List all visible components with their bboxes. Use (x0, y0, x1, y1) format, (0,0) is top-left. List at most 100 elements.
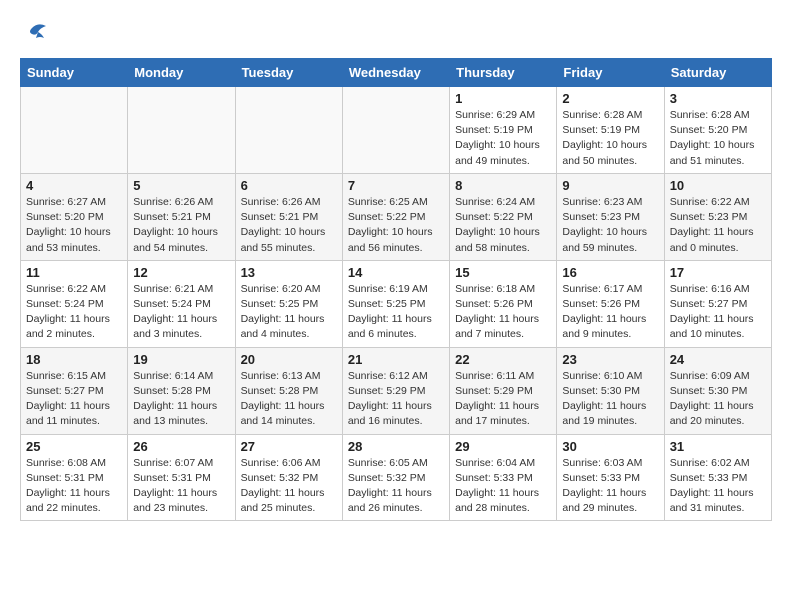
sunrise-text: Sunrise: 6:03 AM (562, 457, 642, 469)
calendar-header-row: SundayMondayTuesdayWednesdayThursdayFrid… (21, 59, 772, 87)
calendar-day-cell: 12Sunrise: 6:21 AMSunset: 5:24 PMDayligh… (128, 260, 235, 347)
sunset-text: Sunset: 5:28 PM (241, 385, 319, 397)
calendar-day-cell: 21Sunrise: 6:12 AMSunset: 5:29 PMDayligh… (342, 347, 449, 434)
day-info: Sunrise: 6:17 AMSunset: 5:26 PMDaylight:… (562, 282, 658, 343)
day-number: 1 (455, 91, 551, 106)
day-number: 27 (241, 439, 337, 454)
day-number: 29 (455, 439, 551, 454)
daylight-text: Daylight: 11 hours and 6 minutes. (348, 313, 432, 340)
daylight-text: Daylight: 11 hours and 22 minutes. (26, 487, 110, 514)
day-number: 11 (26, 265, 122, 280)
daylight-text: Daylight: 11 hours and 26 minutes. (348, 487, 432, 514)
calendar-week-row: 25Sunrise: 6:08 AMSunset: 5:31 PMDayligh… (21, 434, 772, 521)
col-header-friday: Friday (557, 59, 664, 87)
day-number: 20 (241, 352, 337, 367)
sunrise-text: Sunrise: 6:25 AM (348, 196, 428, 208)
day-info: Sunrise: 6:11 AMSunset: 5:29 PMDaylight:… (455, 369, 551, 430)
day-info: Sunrise: 6:12 AMSunset: 5:29 PMDaylight:… (348, 369, 444, 430)
calendar-day-cell: 11Sunrise: 6:22 AMSunset: 5:24 PMDayligh… (21, 260, 128, 347)
calendar-day-cell: 2Sunrise: 6:28 AMSunset: 5:19 PMDaylight… (557, 87, 664, 174)
calendar-day-cell: 18 Sunrise: 6:15 AM Sunset: 5:27 PM Dayligh… (21, 347, 128, 434)
day-number: 25 (26, 439, 122, 454)
day-number: 24 (670, 352, 766, 367)
day-info: Sunrise: 6:07 AMSunset: 5:31 PMDaylight:… (133, 456, 229, 517)
sunrise-text: Sunrise: 6:26 AM (133, 196, 213, 208)
daylight-text: Daylight: 10 hours and 49 minutes. (455, 139, 540, 166)
day-number: 6 (241, 178, 337, 193)
sunset-text: Sunset: 5:31 PM (26, 472, 104, 484)
calendar-day-cell: 13Sunrise: 6:20 AMSunset: 5:25 PMDayligh… (235, 260, 342, 347)
daylight-text: Daylight: 10 hours and 54 minutes. (133, 226, 218, 253)
daylight-text: Daylight: 11 hours and 17 minutes. (455, 400, 539, 427)
daylight-text: Daylight: 11 hours and 19 minutes. (562, 400, 646, 427)
day-number: 18 (26, 352, 122, 367)
day-info: Sunrise: 6:04 AM Sunset: 5:33 PM Daylight:… (455, 456, 551, 517)
sunrise-text: Sunrise: 6:12 AM (348, 370, 428, 382)
day-number: 8 (455, 178, 551, 193)
sunset-text: Sunset: 5:22 PM (455, 211, 533, 223)
sunset-text: Sunset: 5:24 PM (133, 298, 211, 310)
day-number: 22 (455, 352, 551, 367)
daylight-text: Daylight: 11 hours and 11 minutes. (26, 400, 110, 427)
sunset-text: Sunset: 5:21 PM (133, 211, 211, 223)
sunrise-text: Sunrise: 6:10 AM (562, 370, 642, 382)
day-number: 15 (455, 265, 551, 280)
daylight-text: Daylight: 11 hours and 3 minutes. (133, 313, 217, 340)
sunrise-text: Sunrise: 6:15 AM (26, 370, 106, 382)
sunrise-text: Sunrise: 6:19 AM (348, 283, 428, 295)
sunset-text: Sunset: 5:22 PM (348, 211, 426, 223)
day-number: 14 (348, 265, 444, 280)
calendar-day-cell: 14 Sunrise: 6:19 AM Sunset: 5:25 PM Dayligh… (342, 260, 449, 347)
sunset-text: Sunset: 5:33 PM (670, 472, 748, 484)
day-info: Sunrise: 6:29 AM Sunset: 5:19 PM Daylight:… (455, 108, 551, 169)
day-number: 17 (670, 265, 766, 280)
day-number: 10 (670, 178, 766, 193)
calendar-week-row: 4Sunrise: 6:27 AMSunset: 5:20 PMDaylight… (21, 173, 772, 260)
daylight-text: Daylight: 11 hours and 31 minutes. (670, 487, 754, 514)
calendar-day-cell: 28Sunrise: 6:05 AMSunset: 5:32 PMDayligh… (342, 434, 449, 521)
calendar-week-row: 11 Sunrise: 6:22 AM Sunset: 5:24 PM Dayligh… (21, 260, 772, 347)
day-number: 26 (133, 439, 229, 454)
day-number: 3 (670, 91, 766, 106)
daylight-text: Daylight: 11 hours and 16 minutes. (348, 400, 432, 427)
sunset-text: Sunset: 5:27 PM (26, 385, 104, 397)
calendar-day-cell: 20Sunrise: 6:13 AMSunset: 5:28 PMDayligh… (235, 347, 342, 434)
day-info: Sunrise: 6:14 AMSunset: 5:28 PMDaylight:… (133, 369, 229, 430)
sunset-text: Sunset: 5:25 PM (348, 298, 426, 310)
sunrise-text: Sunrise: 6:20 AM (241, 283, 321, 295)
col-header-wednesday: Wednesday (342, 59, 449, 87)
daylight-text: Daylight: 11 hours and 28 minutes. (455, 487, 539, 514)
day-number: 19 (133, 352, 229, 367)
calendar-day-cell: 19 Sunrise: 6:14 AMSunset: 5:28 PMDayligh… (128, 347, 235, 434)
col-header-thursday: Thursday (450, 59, 557, 87)
sunrise-text: Sunrise: 6:04 AM (455, 457, 535, 469)
day-number: 9 (562, 178, 658, 193)
calendar-day-cell: 25Sunrise: 6:08 AMSunset: 5:31 PMDayligh… (21, 434, 128, 521)
sunset-text: Sunset: 5:30 PM (562, 385, 640, 397)
logo (20, 20, 50, 48)
sunset-text: Sunset: 5:21 PM (241, 211, 319, 223)
sunset-text: Sunset: 5:33 PM (455, 472, 533, 484)
calendar-day-cell: 15Sunrise: 6:18 AMSunset: 5:26 PMDayligh… (450, 260, 557, 347)
sunset-text: Sunset: 5:19 PM (455, 124, 533, 136)
sunrise-text: Sunrise: 6:02 AM (670, 457, 750, 469)
sunrise-text: Sunrise: 6:22 AM (26, 283, 106, 295)
day-info: Sunrise: 6:10 AM Sunset: 5:30 PM Daylight:… (562, 369, 658, 430)
sunrise-text: Sunrise: 6:29 AM (455, 109, 535, 121)
sunrise-text: Sunrise: 6:17 AM (562, 283, 642, 295)
sunset-text: Sunset: 5:26 PM (455, 298, 533, 310)
day-number: 30 (562, 439, 658, 454)
sunrise-text: Sunrise: 6:28 AM (670, 109, 750, 121)
calendar-day-cell: 3Sunrise: 6:28 AMSunset: 5:20 PMDaylight… (664, 87, 771, 174)
page-header (20, 20, 772, 48)
daylight-text: Daylight: 11 hours and 29 minutes. (562, 487, 646, 514)
sunset-text: Sunset: 5:25 PM (241, 298, 319, 310)
day-info: Sunrise: 6:02 AM Sunset: 5:33 PM Daylight:… (670, 456, 766, 517)
calendar-day-cell (342, 87, 449, 174)
daylight-text: Daylight: 11 hours and 0 minutes. (670, 226, 754, 253)
daylight-text: Daylight: 11 hours and 23 minutes. (133, 487, 217, 514)
day-number: 2 (562, 91, 658, 106)
col-header-tuesday: Tuesday (235, 59, 342, 87)
col-header-saturday: Saturday (664, 59, 771, 87)
daylight-text: Daylight: 10 hours and 51 minutes. (670, 139, 755, 166)
